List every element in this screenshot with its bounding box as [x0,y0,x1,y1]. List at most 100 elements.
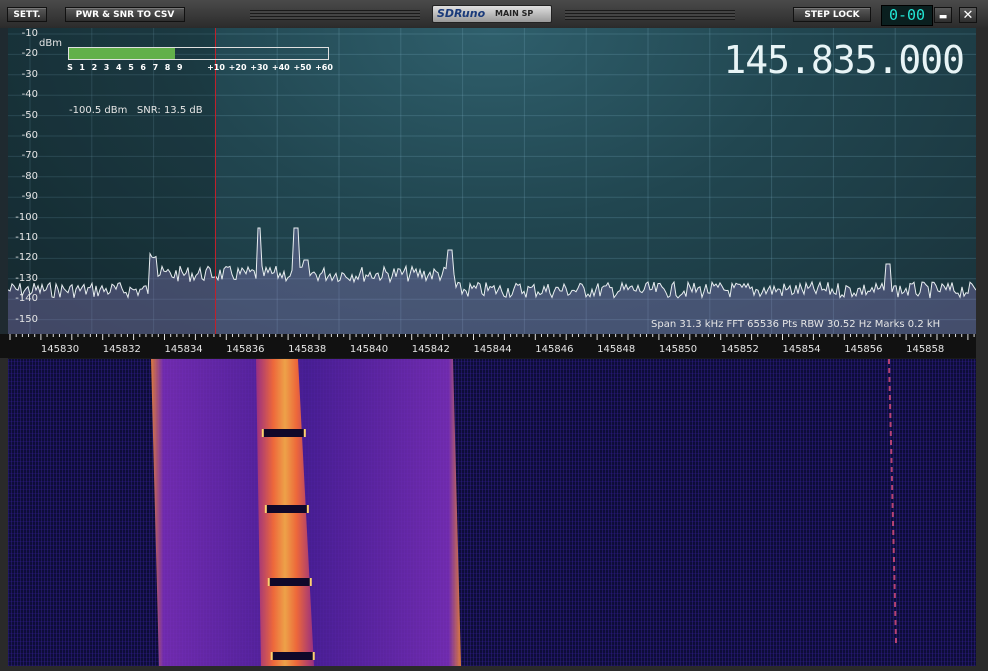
s-meter-tick: 5 [128,63,134,72]
drag-grip-right[interactable] [565,10,735,20]
s-meter [68,47,329,60]
axis-freq-label: 145848 [597,344,636,355]
fft-info: Span 31.3 kHz FFT 65536 Pts RBW 30.52 Hz… [651,319,941,330]
power-readout: -100.5 dBm [69,105,128,116]
s-meter-tick: +10 [207,63,225,72]
db-tick-label: -70 [21,150,38,162]
db-tick-label: -100 [15,211,38,223]
s-meter-tick: 7 [152,63,159,72]
axis-freq-label: 145830 [40,344,80,355]
spur-trace [893,575,896,580]
lcd-display: 0-00 [881,5,933,26]
spur-trace [894,611,897,616]
spur-trace [888,368,891,373]
s-meter-fill [69,48,176,59]
db-tick-label: -110 [15,232,38,243]
spur-trace [889,431,892,436]
close-icon: ✕ [962,8,974,23]
spur-trace [891,512,894,517]
tuning-marker[interactable] [215,28,216,334]
axis-freq-label: 145850 [658,344,698,355]
s-meter-tick: +60 [315,63,333,72]
spur-trace [888,395,891,400]
carrier-gap [265,505,308,513]
spur-trace [888,386,891,391]
spur-trace [893,584,896,589]
carrier-gap [268,578,311,586]
spur-trace [893,566,896,571]
spur-trace [890,458,893,463]
logo-subtitle: MAIN SP [495,9,534,18]
minimize-icon: ▬ [938,12,948,22]
spur-trace [892,557,895,562]
axis-freq-label: 145842 [411,344,450,355]
spur-trace [890,476,893,481]
db-tick-label: -60 [21,130,38,141]
axis-freq-label: 145846 [535,344,574,355]
spur-trace [892,521,895,526]
pwr-snr-csv-button[interactable]: PWR & SNR TO CSV [65,7,185,22]
s-meter-tick: +50 [293,63,312,72]
spectrum-panel[interactable]: -10 -20 -30 -40 -50 -60 -70 -80 -90 -100 -110 -120 -… [0,28,988,334]
axis-freq-label: 145852 [720,344,759,355]
spur-trace [890,449,893,454]
s-meter-tick: +30 [250,63,269,72]
s-meter-tick: 1 [79,63,85,72]
frequency-axis[interactable]: 145830 145832 145834 145836 145838 145840 1458… [0,334,988,358]
spur-trace [892,539,895,544]
axis-freq-label: 145836 [226,344,265,355]
waterfall-display[interactable] [8,359,976,666]
spur-trace [891,503,894,508]
s-meter-tick: 4 [116,63,122,72]
axis-freq-label: 145832 [102,344,141,355]
sdruno-logo: SDRuno MAIN SP [432,5,552,23]
db-tick-label: -10 [21,28,38,39]
spur-trace [893,593,896,598]
spur-trace [890,467,893,472]
readout: -100.5 dBm SNR: 13.5 dB [69,105,203,116]
db-tick-label: -130 [15,272,38,284]
s-meter-tick: +20 [228,63,247,72]
axis-freq-label: 145838 [288,344,327,355]
spur-trace [892,548,895,553]
close-button[interactable]: ✕ [959,7,977,23]
carrier-gap [262,429,305,437]
db-tick-label: -50 [21,109,38,121]
spur-trace [891,494,894,499]
db-tick-label: -20 [21,48,38,60]
step-lock-button[interactable]: STEP LOCK [793,7,871,22]
db-tick-label: -40 [21,89,38,101]
db-tick-label: -150 [15,313,38,325]
db-tick-label: -120 [15,252,38,264]
snr-readout: SNR: 13.5 dB [136,105,203,116]
s-meter-tick: 2 [91,63,98,72]
spur-trace [888,377,891,382]
drag-grip[interactable] [250,10,420,20]
spur-trace [889,413,892,418]
spur-trace [892,530,895,535]
db-tick-label: -140 [15,293,38,305]
db-tick-label: -30 [21,68,38,80]
spur-trace [891,485,894,490]
spur-trace [894,620,897,625]
db-tick-label: -80 [21,170,38,182]
carrier-gap [271,652,314,660]
right-frame [976,28,988,671]
unit-label: dBm [39,38,62,49]
spur-trace [889,422,892,427]
spur-trace [894,629,897,634]
frequency-display[interactable]: 145.835.000 [723,38,965,82]
axis-freq-label: 145858 [906,344,945,355]
settings-button[interactable]: SETT. [7,7,47,22]
minimize-button[interactable]: ▬ [934,7,952,23]
db-tick-label: -90 [21,191,38,203]
spur-trace [894,638,897,643]
spur-trace [888,359,890,364]
axis-freq-label: 145840 [349,344,389,355]
spur-trace [894,602,897,607]
s-meter-tick: 8 [164,63,171,72]
left-frame [0,358,8,671]
spur-trace [890,440,893,445]
bottom-frame [0,666,988,671]
s-meter-tick: 6 [140,63,146,72]
